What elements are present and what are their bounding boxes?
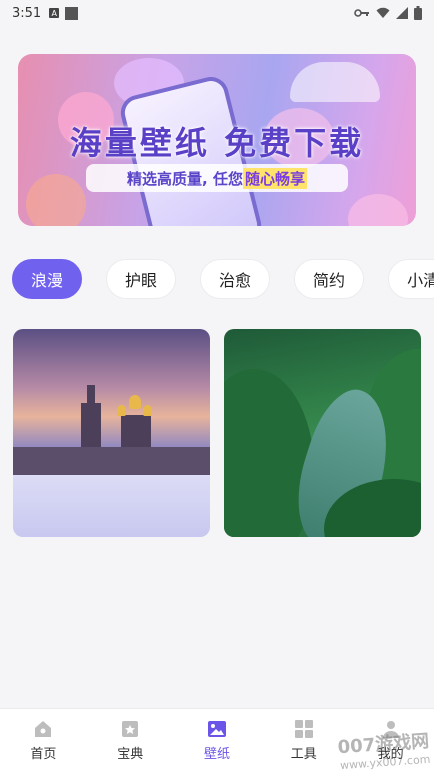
nav-label-tools: 工具: [290, 746, 317, 762]
status-time: 3:51: [12, 5, 42, 21]
banner-subtitle-text: 精选高质量, 任您: [127, 169, 243, 188]
tab-simple[interactable]: 简约: [294, 259, 365, 299]
kremlin-tower: [87, 385, 95, 405]
nav-item-guide[interactable]: 宝典: [87, 709, 174, 771]
tab-eye-care[interactable]: 护眼: [106, 259, 177, 299]
nav-item-tools[interactable]: 工具: [260, 709, 347, 771]
banner-bubble-decoration: [348, 194, 408, 226]
nav-label-home: 首页: [30, 746, 57, 762]
wallpaper-grid: [13, 329, 421, 539]
wallpaper-card[interactable]: [13, 329, 210, 537]
tab-healing[interactable]: 治愈: [200, 259, 271, 299]
banner-subtitle-highlight: 随心畅享: [242, 167, 307, 189]
snow-field: [13, 475, 210, 537]
banner-bubble-decoration: [26, 174, 86, 226]
nav-label-wallpaper: 壁纸: [203, 746, 230, 762]
banner-headline: 海量壁纸 免费下载: [69, 124, 365, 162]
wifi-icon: [376, 7, 390, 18]
home-icon: [35, 720, 52, 737]
site-watermark: 007游戏网 www.yx007.com: [337, 727, 431, 771]
battery-icon: [414, 6, 422, 20]
promo-banner[interactable]: 海量壁纸 免费下载 精选高质量, 任您 随心畅享: [18, 54, 416, 226]
book-icon: [122, 720, 139, 737]
notification-a-icon: A: [49, 8, 60, 18]
status-bar: 3:51 A: [0, 0, 434, 26]
kremlin-dome: [117, 405, 126, 416]
nav-item-wallpaper[interactable]: 壁纸: [174, 709, 261, 771]
tab-fresh[interactable]: 小清: [388, 259, 434, 299]
wallpaper-card[interactable]: [224, 329, 421, 537]
notification-square-icon: [65, 6, 79, 20]
kremlin-tower: [81, 403, 101, 453]
kremlin-wall: [13, 447, 210, 475]
key-icon: [354, 9, 369, 17]
kremlin-tower: [121, 415, 151, 451]
banner-lamp-illustration: [290, 62, 380, 102]
category-tabs: 浪漫 护眼 治愈 简约 小清: [12, 259, 434, 301]
nav-label-guide: 宝典: [117, 746, 144, 762]
tab-romantic[interactable]: 浪漫: [12, 259, 83, 299]
kremlin-dome: [129, 395, 141, 409]
grid-icon: [294, 719, 313, 738]
signal-icon: [396, 7, 408, 19]
banner-subtitle: 精选高质量, 任您 随心畅享: [86, 164, 348, 192]
kremlin-dome: [143, 405, 152, 416]
nav-item-home[interactable]: 首页: [0, 709, 87, 771]
image-icon: [207, 720, 226, 737]
